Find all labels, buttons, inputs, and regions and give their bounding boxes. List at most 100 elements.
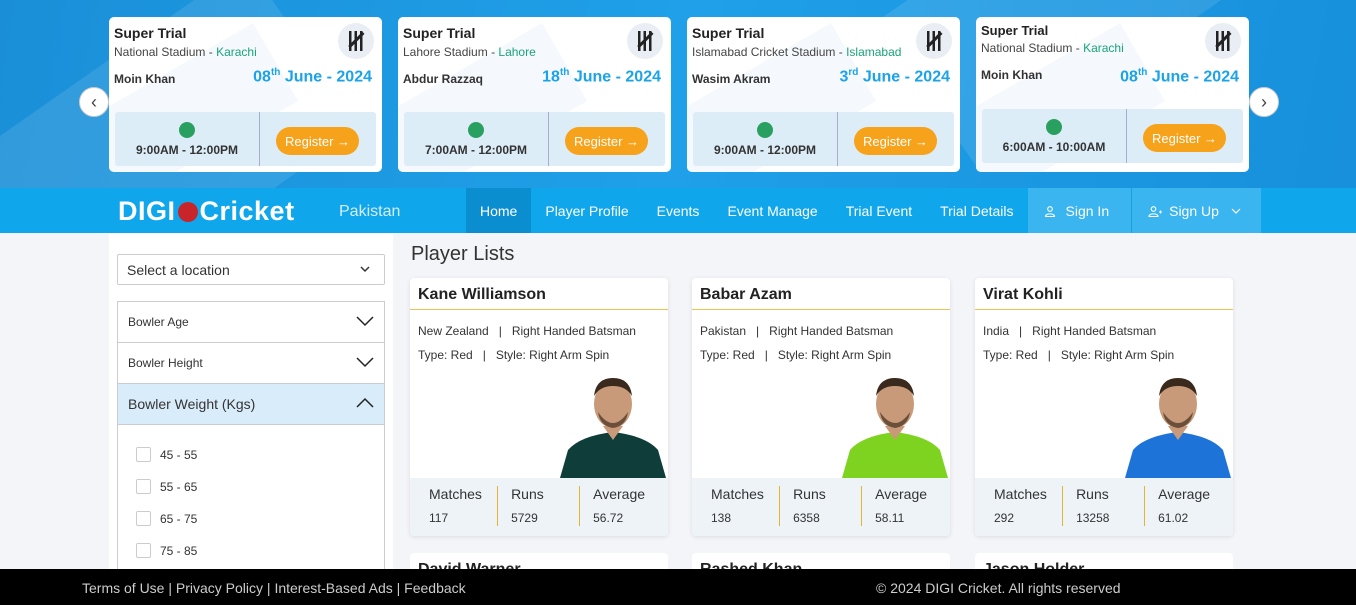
weight-option[interactable]: 55 - 65 [136, 479, 197, 494]
player-name: Kane Williamson [418, 286, 546, 303]
player-style: Style: Right Arm Spin [1060, 348, 1175, 362]
bowler-height-toggle[interactable]: Bowler Height [118, 343, 384, 384]
trial-date-suffix: th [559, 67, 570, 78]
ads-link[interactable]: Interest-Based Ads [274, 580, 392, 596]
chevron-down-icon [356, 357, 374, 368]
privacy-link[interactable]: Privacy Policy [176, 580, 263, 596]
checkbox[interactable] [136, 447, 151, 462]
trial-footer: 6:00AM - 10:00AM Register → [982, 109, 1243, 163]
bowler-weight-toggle[interactable]: Bowler Weight (Kgs) [118, 384, 384, 425]
clock-icon [1046, 118, 1062, 135]
weight-option[interactable]: 65 - 75 [136, 511, 197, 526]
checkbox[interactable] [136, 543, 151, 558]
player-style: Style: Right Arm Spin [777, 348, 892, 362]
stat-label: Average [593, 486, 646, 502]
player-info: Pakistan | Right Handed Batsman [700, 324, 894, 338]
cricket-ball-icon [177, 201, 198, 222]
bowler-height-label: Bowler Height [128, 356, 203, 370]
feedback-link[interactable]: Feedback [404, 580, 465, 596]
trial-date-month: June - 2024 [284, 68, 372, 86]
trial-date-month: June - 2024 [862, 68, 950, 86]
trial-date-month: June - 2024 [1151, 68, 1239, 86]
nav-events[interactable]: Events [643, 188, 714, 233]
stat-value: 56.72 [593, 511, 624, 525]
player-role: Right Handed Batsman [511, 324, 636, 338]
weight-option-label: 45 - 55 [160, 447, 198, 462]
trial-time: 7:00AM - 12:00PM [404, 112, 549, 166]
weight-option[interactable]: 75 - 85 [136, 543, 197, 558]
trial-coach: Wasim Akram [692, 72, 771, 86]
player-card[interactable]: Virat Kohli India | Right Handed Batsman… [975, 278, 1233, 536]
stat-value: 138 [711, 511, 732, 525]
trial-time-text: 9:00AM - 12:00PM [135, 142, 239, 157]
stat-label: Matches [711, 486, 764, 502]
trial-card: Super Trial Islamabad Cricket Stadium - … [687, 17, 960, 172]
trial-stadium: Islamabad Cricket Stadium [692, 45, 836, 59]
trial-date-suffix: th [1137, 67, 1148, 78]
register-button[interactable]: Register → [565, 127, 648, 155]
weight-option-label: 65 - 75 [160, 511, 198, 526]
location-select-value: Select a location [127, 261, 230, 278]
register-button[interactable]: Register → [276, 127, 359, 155]
trial-date-suffix: rd [848, 67, 859, 78]
brand-logo[interactable]: DIGI Cricket [118, 196, 295, 227]
player-country: India [983, 324, 1010, 338]
clock-icon [757, 121, 773, 138]
player-list-title: Player Lists [411, 243, 515, 265]
player-card[interactable]: Kane Williamson New Zealand | Right Hand… [410, 278, 668, 536]
stat-value: 6358 [793, 511, 820, 525]
nav-event-manage[interactable]: Event Manage [713, 188, 831, 233]
trial-title: Super Trial [692, 25, 765, 41]
checkbox[interactable] [136, 479, 151, 494]
nav-menu: Home Player Profile Events Event Manage … [466, 188, 1261, 233]
nav-player-profile[interactable]: Player Profile [531, 188, 642, 233]
player-country: Pakistan [700, 324, 747, 338]
weight-option[interactable]: 45 - 55 [136, 447, 197, 462]
player-type-style: Type: Red | Style: Right Arm Spin [983, 348, 1175, 362]
trial-city: Karachi [1083, 41, 1124, 55]
stat-value: 292 [994, 511, 1015, 525]
trial-venue: National Stadium - Karachi [981, 41, 1124, 55]
chevron-up-icon [356, 397, 374, 408]
chevron-down-icon [356, 316, 374, 327]
player-stats: Matches 138 Runs 6358 Average 58.11 [692, 478, 950, 536]
nav-trial-event[interactable]: Trial Event [832, 188, 926, 233]
sign-in-button[interactable]: Sign In [1027, 188, 1132, 233]
nav-home[interactable]: Home [466, 188, 532, 233]
trial-coach: Abdur Razzaq [403, 72, 484, 86]
filter-sidebar: Select a location Bowler Age Bowler Heig… [109, 233, 393, 586]
venue-separator: - [835, 45, 847, 59]
player-stats: Matches 117 Runs 5729 Average 56.72 [410, 478, 668, 536]
player-name: Babar Azam [700, 286, 792, 303]
sign-up-button[interactable]: Sign Up [1131, 188, 1261, 233]
register-button[interactable]: Register → [1143, 124, 1226, 152]
user-icon [1044, 205, 1055, 217]
stat-value: 58.11 [875, 511, 905, 525]
player-card[interactable]: Babar Azam Pakistan | Right Handed Batsm… [692, 278, 950, 536]
bowler-weight-label: Bowler Weight (Kgs) [128, 396, 256, 412]
trial-time: 6:00AM - 10:00AM [982, 109, 1127, 163]
bowler-age-toggle[interactable]: Bowler Age [118, 302, 384, 343]
clock-icon [179, 121, 195, 138]
stat-matches: Matches 292 [975, 486, 1064, 526]
checkbox[interactable] [136, 511, 151, 526]
player-name: Virat Kohli [983, 286, 1063, 303]
location-select[interactable]: Select a location [117, 254, 385, 285]
register-button[interactable]: Register → [854, 127, 937, 155]
cricket-stumps-icon [627, 23, 663, 59]
weight-option-label: 75 - 85 [160, 543, 198, 558]
carousel-prev-button[interactable]: ‹ [79, 87, 109, 117]
trial-card: Super Trial National Stadium - Karachi M… [109, 17, 382, 172]
carousel-next-button[interactable]: › [1249, 87, 1279, 117]
trial-footer: 9:00AM - 12:00PM Register → [693, 112, 954, 166]
trial-time: 9:00AM - 12:00PM [115, 112, 260, 166]
player-type: Type: Red [700, 348, 755, 362]
sign-up-label: Sign Up [1169, 202, 1219, 219]
terms-link[interactable]: Terms of Use [82, 580, 164, 596]
trial-title: Super Trial [114, 25, 187, 41]
nav-trial-details[interactable]: Trial Details [926, 188, 1027, 233]
trial-date-month: June - 2024 [573, 68, 661, 86]
trial-date-day: 18 [542, 68, 560, 86]
player-role: Right Handed Batsman [1032, 324, 1157, 338]
trial-time: 9:00AM - 12:00PM [693, 112, 838, 166]
